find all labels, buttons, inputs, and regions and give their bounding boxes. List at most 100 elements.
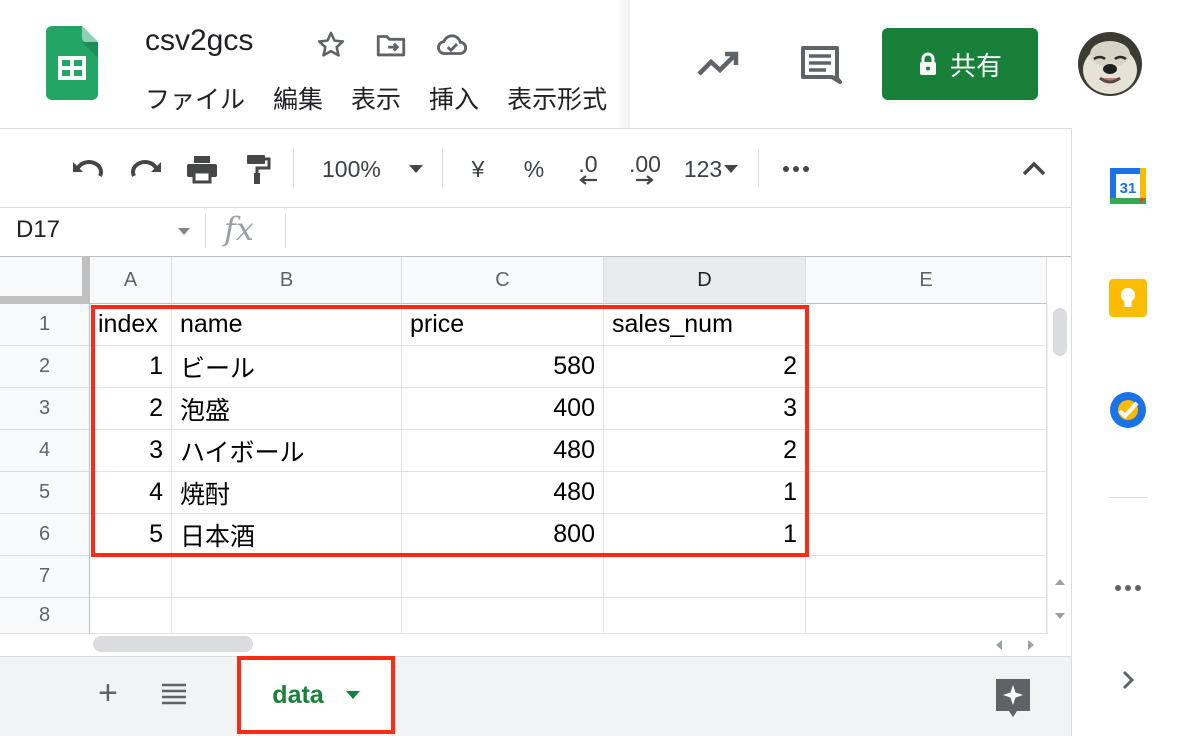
calendar-day-label: 31 xyxy=(1120,180,1137,197)
activity-dashboard-icon[interactable] xyxy=(693,44,743,84)
cell-b7[interactable] xyxy=(172,556,402,598)
comment-history-icon[interactable] xyxy=(798,42,842,86)
more-toolbar-button[interactable] xyxy=(778,149,814,189)
move-to-folder-icon[interactable] xyxy=(374,28,408,62)
menu-file[interactable]: ファイル xyxy=(145,80,245,116)
print-icon xyxy=(187,156,217,184)
undo-icon xyxy=(73,160,103,177)
name-box[interactable]: D17 xyxy=(16,216,60,244)
undo-button[interactable] xyxy=(68,149,108,189)
star-icon[interactable] xyxy=(314,28,348,62)
user-avatar[interactable] xyxy=(1078,32,1142,96)
cell-b8[interactable] xyxy=(172,598,402,634)
print-button[interactable] xyxy=(182,149,222,189)
cell-e2[interactable] xyxy=(806,346,1047,388)
function-icon: fx xyxy=(224,210,254,248)
cell-e7[interactable] xyxy=(806,556,1047,598)
menu-insert[interactable]: 挿入 xyxy=(429,80,479,116)
menu-view[interactable]: 表示 xyxy=(351,80,401,116)
more-horizontal-icon xyxy=(783,166,809,172)
cell-c7[interactable] xyxy=(402,556,604,598)
lock-icon xyxy=(919,52,936,75)
google-sheets-logo-icon[interactable] xyxy=(46,26,98,100)
row-header-7[interactable]: 7 xyxy=(0,556,90,598)
menu-format[interactable]: 表示形式 xyxy=(507,80,607,116)
row-header-6[interactable]: 6 xyxy=(0,514,90,556)
row-header-8[interactable]: 8 xyxy=(0,598,90,634)
column-header-d[interactable]: D xyxy=(604,257,806,304)
header-divider-shadow xyxy=(615,0,631,128)
cell-a8[interactable] xyxy=(90,598,172,634)
vertical-scroll-thumb[interactable] xyxy=(1053,308,1067,356)
cell-e8[interactable] xyxy=(806,598,1047,634)
cell-e6[interactable] xyxy=(806,514,1047,556)
column-header-b[interactable]: B xyxy=(172,257,402,304)
column-header-a[interactable]: A xyxy=(90,257,172,304)
paint-format-icon xyxy=(247,155,271,184)
increase-decimal-button[interactable]: .00 xyxy=(622,149,668,189)
add-sheet-icon[interactable]: + xyxy=(98,676,118,710)
increase-decimal-icon: .00 xyxy=(629,151,661,177)
toolbar-separator xyxy=(758,149,759,187)
data-range-highlight xyxy=(91,305,809,557)
column-header-c[interactable]: C xyxy=(402,257,604,304)
scroll-down-icon[interactable] xyxy=(1052,608,1068,624)
toolbar: 100% ¥ % .0 .00 123 xyxy=(0,129,1072,207)
formula-separator xyxy=(205,214,206,248)
format-percent-button[interactable]: % xyxy=(518,149,550,189)
share-label: 共有 xyxy=(949,50,1002,81)
cell-d7[interactable] xyxy=(604,556,806,598)
horizontal-scroll-thumb[interactable] xyxy=(93,636,253,652)
sheet-tab-label: data xyxy=(272,680,324,709)
hide-menus-button[interactable] xyxy=(1016,149,1052,189)
zoom-select[interactable]: 100% xyxy=(322,149,432,189)
menu-bar: ファイル 編集 表示 挿入 表示形式 xyxy=(145,80,625,116)
row-header-1[interactable]: 1 xyxy=(0,304,90,346)
scroll-left-icon[interactable] xyxy=(990,637,1008,653)
cell-e4[interactable] xyxy=(806,430,1047,472)
redo-button[interactable] xyxy=(126,149,166,189)
cell-c8[interactable] xyxy=(402,598,604,634)
tasks-icon[interactable] xyxy=(1108,390,1148,430)
explore-icon[interactable] xyxy=(993,676,1033,720)
arrow-right-icon xyxy=(636,175,654,185)
document-title[interactable]: csv2gcs xyxy=(145,24,253,58)
decrease-decimal-icon: .0 xyxy=(578,151,598,177)
more-formats-button[interactable]: 123 xyxy=(678,149,744,189)
more-horizontal-icon[interactable] xyxy=(1108,568,1148,608)
row-header-4[interactable]: 4 xyxy=(0,430,90,472)
chevron-down-icon[interactable] xyxy=(178,228,190,235)
row-header-2[interactable]: 2 xyxy=(0,346,90,388)
share-button[interactable]: 共有 xyxy=(882,28,1038,100)
calendar-icon[interactable]: 31 xyxy=(1108,166,1148,206)
row-header-5[interactable]: 5 xyxy=(0,472,90,514)
keep-icon[interactable] xyxy=(1108,278,1148,318)
scroll-right-icon[interactable] xyxy=(1022,637,1040,653)
toolbar-separator xyxy=(293,149,294,187)
cloud-saved-icon[interactable] xyxy=(435,28,469,62)
toolbar-border xyxy=(0,207,1072,208)
redo-icon xyxy=(131,160,161,177)
all-sheets-menu-icon[interactable] xyxy=(160,682,188,706)
paint-format-button[interactable] xyxy=(238,149,278,189)
cell-e1[interactable] xyxy=(806,304,1047,346)
cell-d8[interactable] xyxy=(604,598,806,634)
format-currency-button[interactable]: ¥ xyxy=(462,149,494,189)
sheet-tab-data[interactable]: data xyxy=(237,656,395,734)
chevron-down-icon[interactable] xyxy=(345,691,360,699)
currency-icon: ¥ xyxy=(471,155,485,182)
cell-a7[interactable] xyxy=(90,556,172,598)
menu-edit[interactable]: 編集 xyxy=(273,80,323,116)
column-header-e[interactable]: E xyxy=(806,257,1047,304)
frozen-row-handle[interactable] xyxy=(0,296,90,304)
zoom-value: 100% xyxy=(322,155,381,182)
decrease-decimal-button[interactable]: .0 xyxy=(568,149,608,189)
formula-separator xyxy=(285,214,286,248)
row-header-3[interactable]: 3 xyxy=(0,388,90,430)
chevron-right-icon[interactable] xyxy=(1108,660,1148,700)
scroll-up-icon[interactable] xyxy=(1052,574,1068,590)
chevron-down-icon xyxy=(724,165,739,173)
chevron-up-icon xyxy=(1022,161,1046,176)
cell-e3[interactable] xyxy=(806,388,1047,430)
cell-e5[interactable] xyxy=(806,472,1047,514)
